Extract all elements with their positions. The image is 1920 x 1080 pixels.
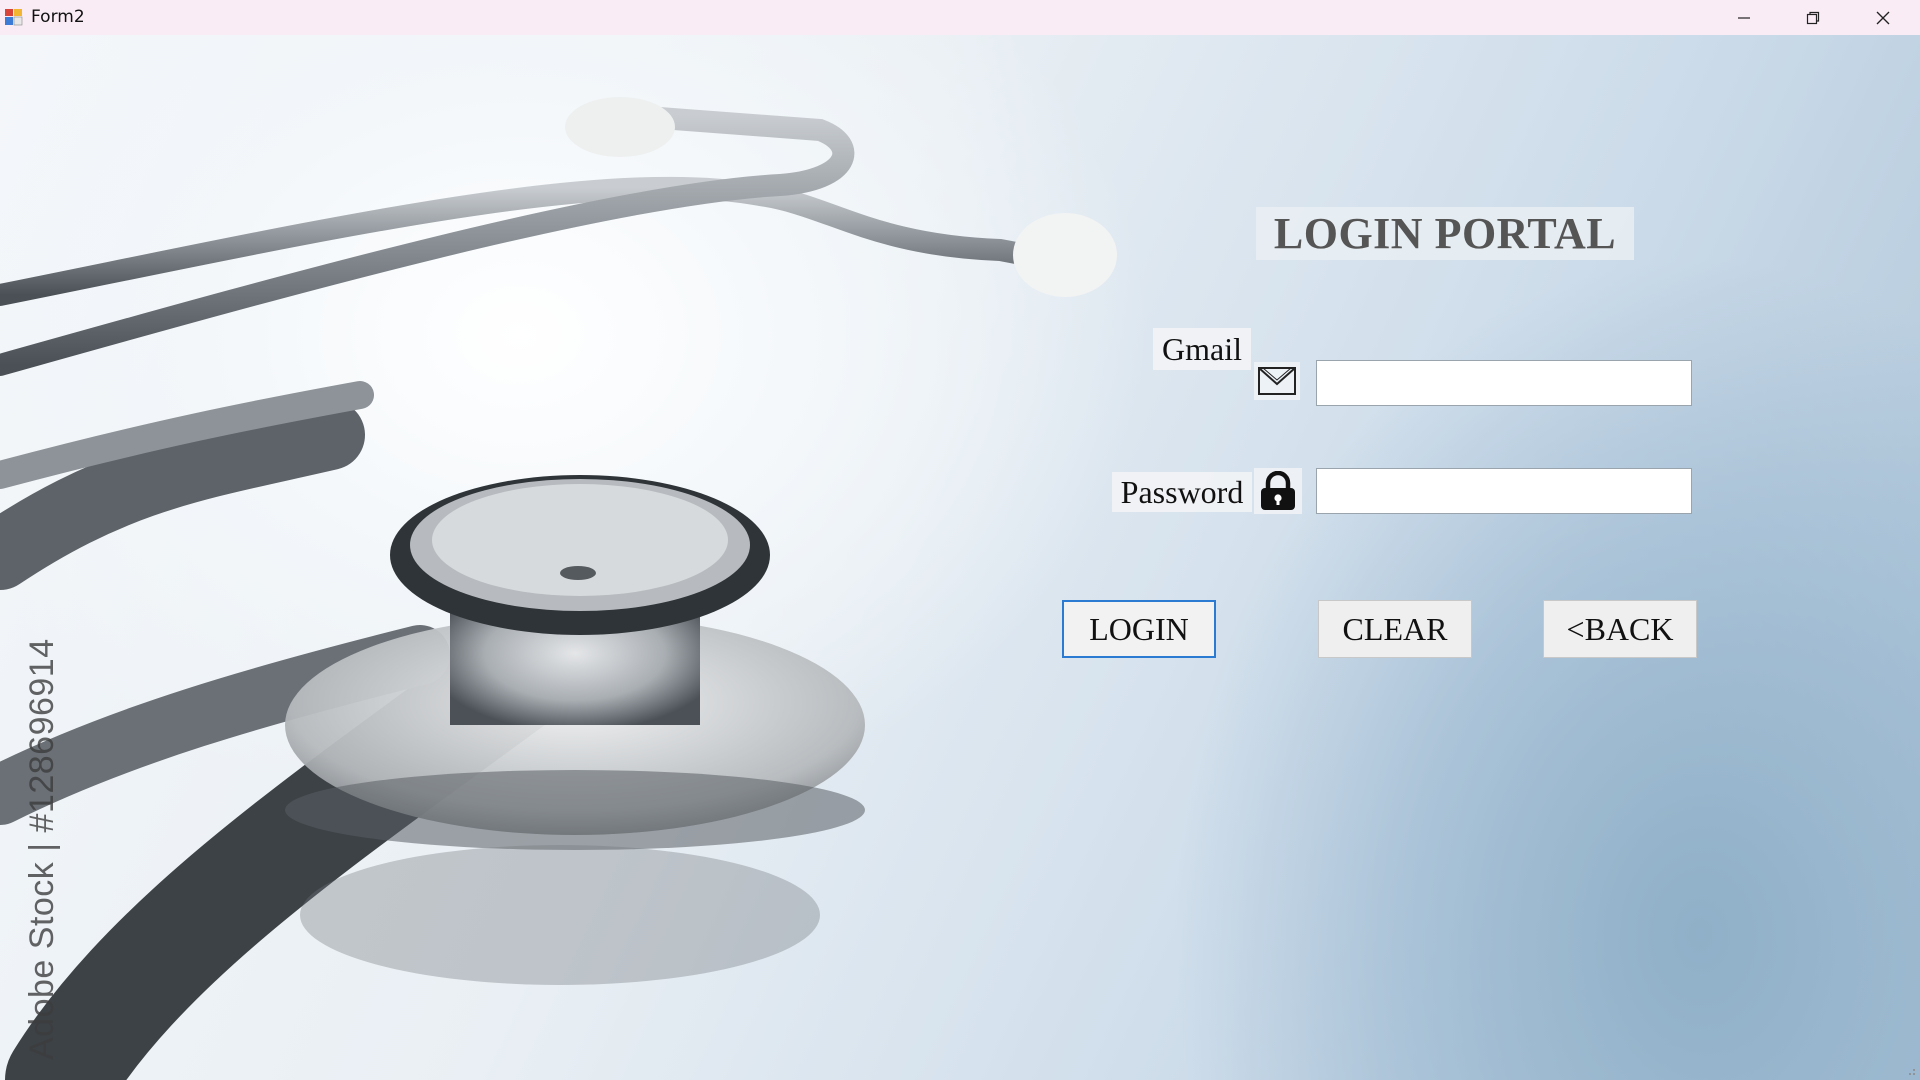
gmail-label: Gmail xyxy=(1153,328,1251,370)
restore-button[interactable] xyxy=(1778,0,1848,35)
app-icon xyxy=(5,9,23,26)
gmail-input[interactable] xyxy=(1316,360,1692,406)
login-button[interactable]: LOGIN xyxy=(1062,600,1216,658)
page-title: LOGIN PORTAL xyxy=(1256,207,1634,260)
resize-grip-icon[interactable] xyxy=(1904,1064,1916,1076)
close-button[interactable] xyxy=(1848,0,1918,35)
app-window: Form2 Adobe Stock | #128696914 LOGIN POR… xyxy=(0,0,1920,1080)
close-icon xyxy=(1876,11,1890,24)
back-button[interactable]: <BACK xyxy=(1543,600,1697,658)
lock-icon xyxy=(1254,468,1302,514)
stethoscope-image xyxy=(0,97,1117,1080)
background-photo: Adobe Stock | #128696914 xyxy=(0,35,1920,1080)
title-bar[interactable]: Form2 xyxy=(0,0,1920,35)
window-title: Form2 xyxy=(31,7,85,27)
password-input[interactable] xyxy=(1316,468,1692,514)
password-label: Password xyxy=(1112,472,1252,512)
watermark-text: Adobe Stock | #128696914 xyxy=(23,638,61,1060)
minimize-icon xyxy=(1738,16,1750,19)
restore-icon xyxy=(1806,11,1820,24)
clear-button[interactable]: CLEAR xyxy=(1318,600,1472,658)
mail-icon xyxy=(1254,362,1300,400)
minimize-button[interactable] xyxy=(1709,0,1779,35)
